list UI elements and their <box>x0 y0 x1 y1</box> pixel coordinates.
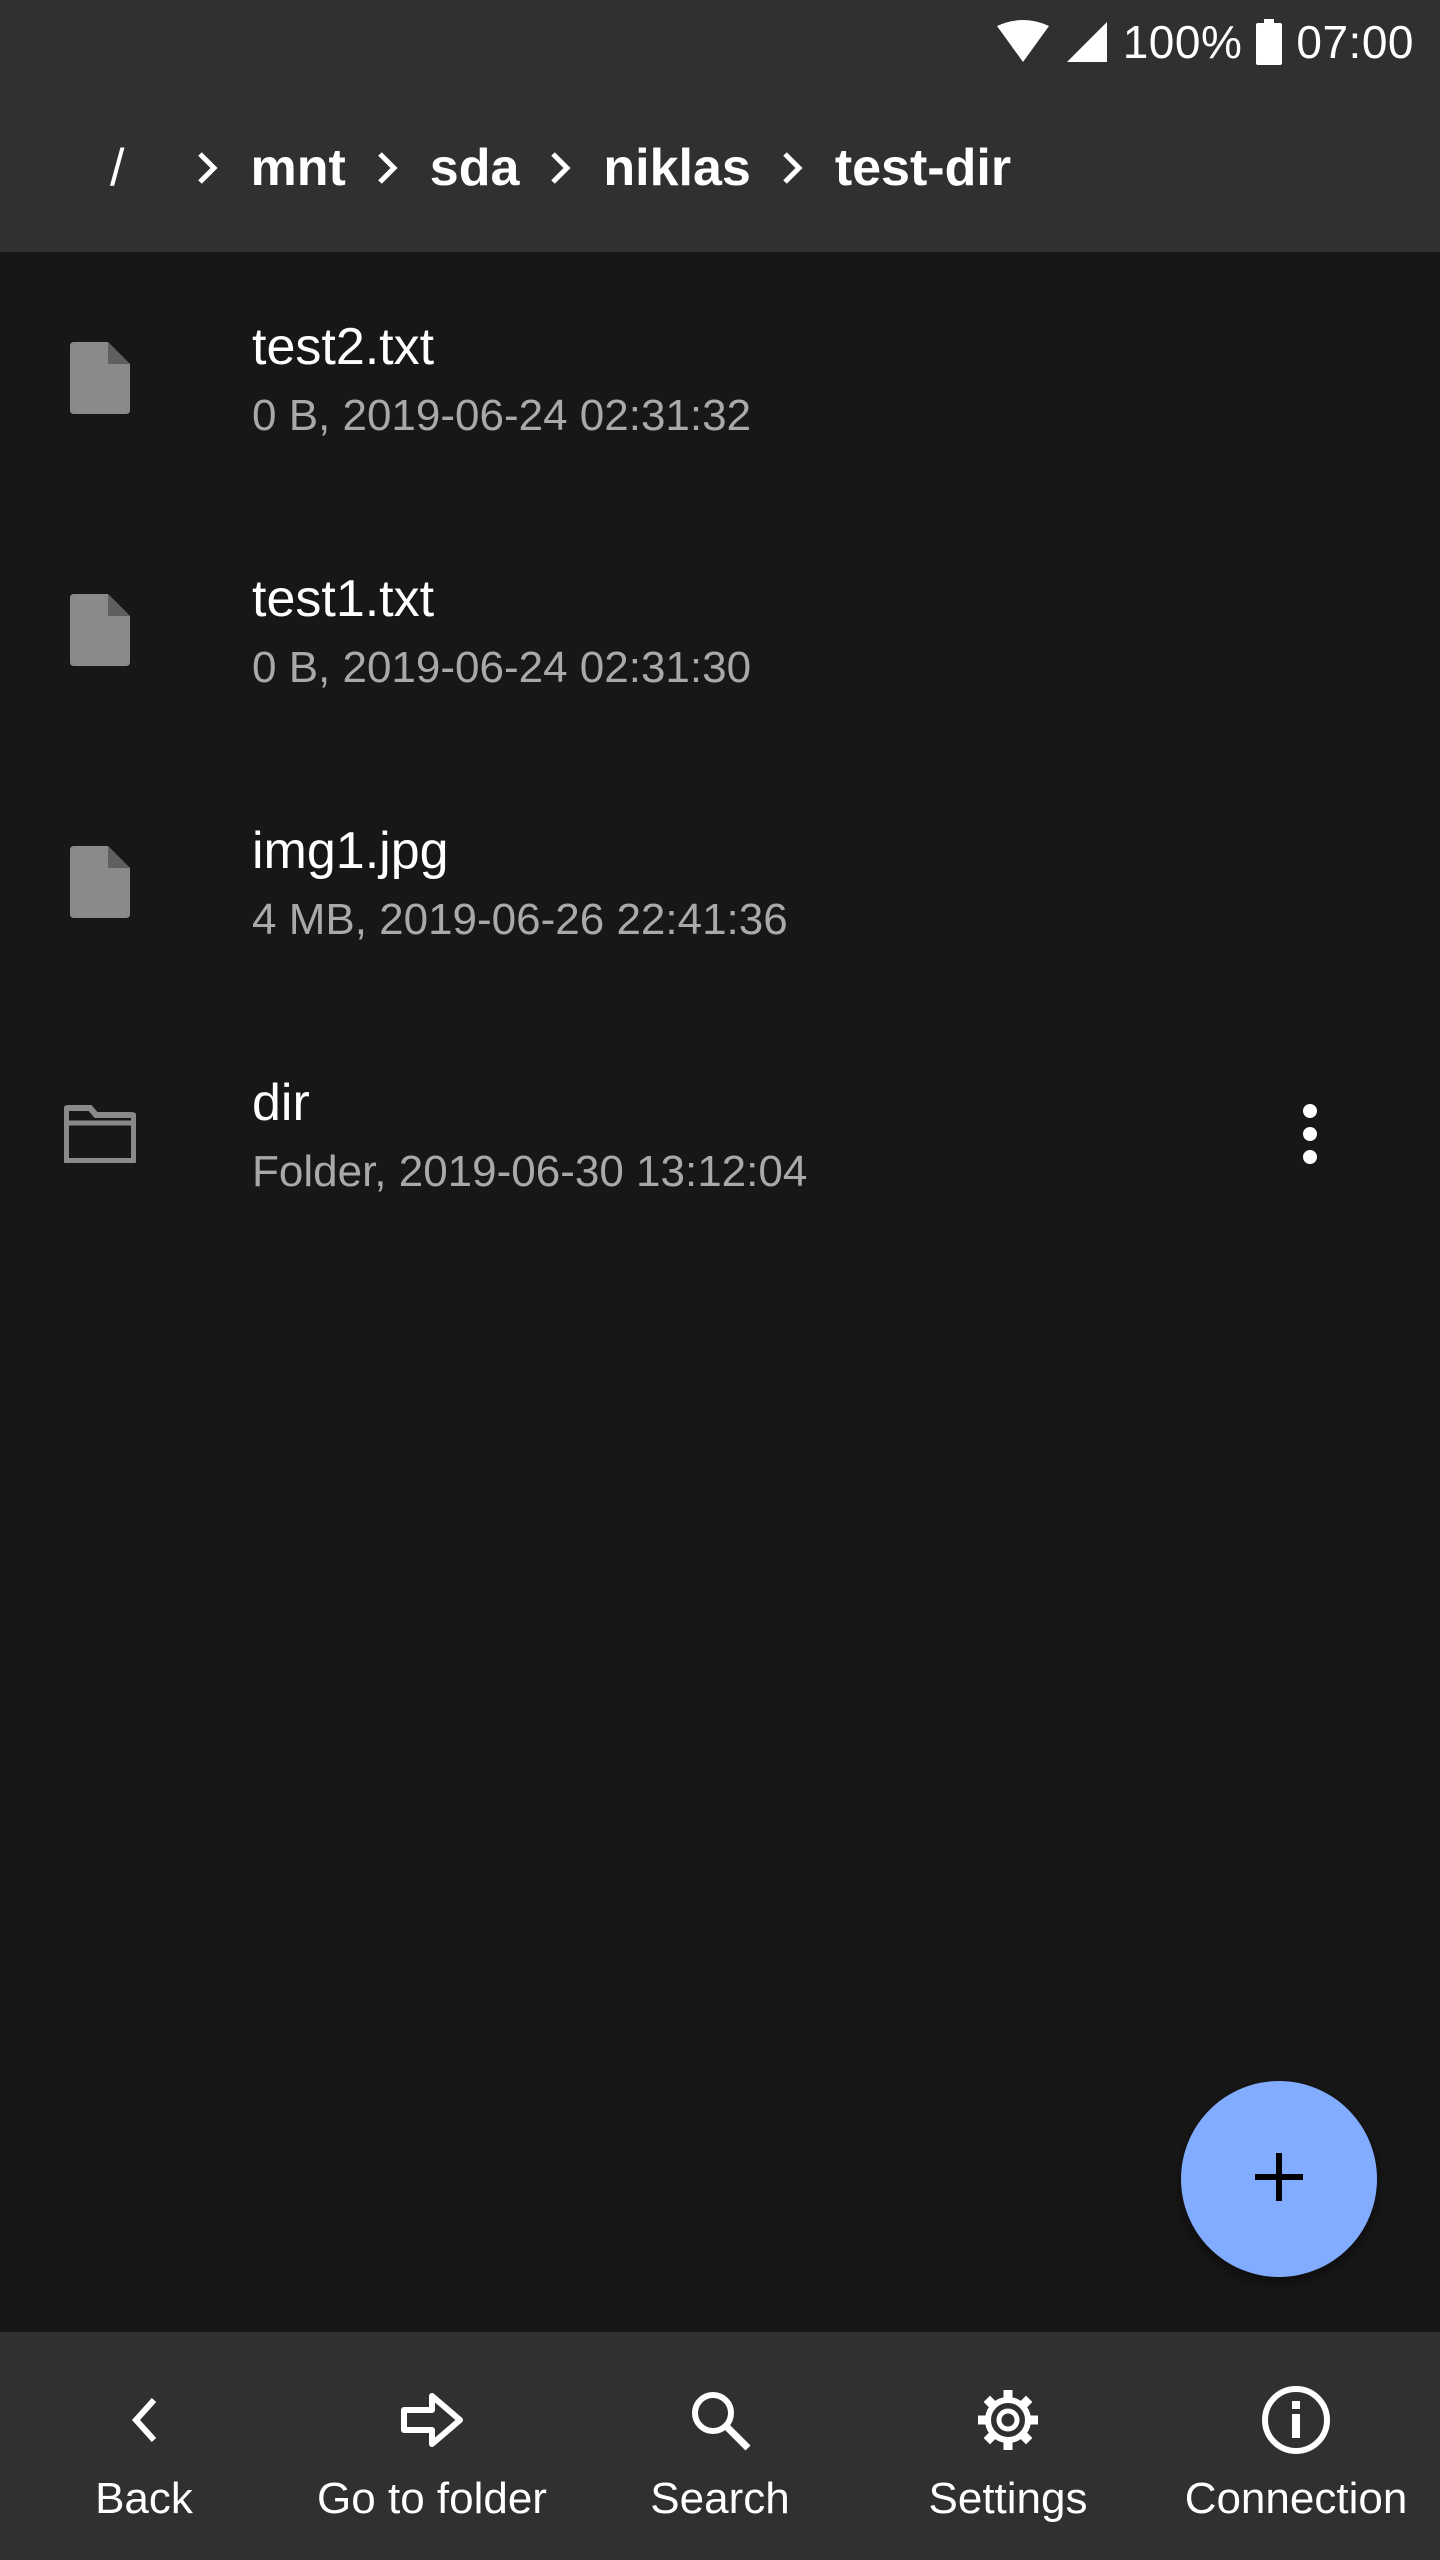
search-icon <box>688 2378 752 2462</box>
status-bar: 100% 07:00 <box>0 0 1440 84</box>
nav-label: Search <box>650 2474 790 2523</box>
info-icon <box>1261 2378 1331 2462</box>
battery-icon <box>1256 19 1283 65</box>
file-icon <box>60 338 140 418</box>
wifi-icon <box>995 20 1051 64</box>
file-name: test1.txt <box>252 570 435 628</box>
nav-label: Connection <box>1184 2474 1408 2523</box>
back-button[interactable]: Back <box>0 2332 288 2560</box>
chevron-right-icon <box>781 150 805 186</box>
clock: 07:00 <box>1296 16 1414 68</box>
file-name: img1.jpg <box>252 822 449 880</box>
file-meta: 0 B, 2019-06-24 02:31:32 <box>252 391 752 440</box>
file-list: test2.txt 0 B, 2019-06-24 02:31:32 test1… <box>0 252 1440 1260</box>
nav-label: Settings <box>928 2474 1088 2523</box>
breadcrumb-item-niklas[interactable]: niklas <box>603 138 750 198</box>
more-vert-icon[interactable] <box>1270 1084 1350 1184</box>
chevron-left-icon <box>126 2378 162 2462</box>
file-meta: Folder, 2019-06-30 13:12:04 <box>252 1147 808 1196</box>
bottom-navigation: Back Go to folder Search Settings Connec… <box>0 2332 1440 2560</box>
file-meta: 0 B, 2019-06-24 02:31:30 <box>252 643 752 692</box>
list-item[interactable]: dir Folder, 2019-06-30 13:12:04 <box>0 1008 1440 1260</box>
file-icon <box>60 842 140 922</box>
add-button[interactable] <box>1181 2081 1377 2277</box>
settings-button[interactable]: Settings <box>864 2332 1152 2560</box>
file-meta: 4 MB, 2019-06-26 22:41:36 <box>252 895 788 944</box>
go-to-folder-button[interactable]: Go to folder <box>288 2332 576 2560</box>
file-name: test2.txt <box>252 318 435 376</box>
chevron-right-icon <box>549 150 573 186</box>
breadcrumb: / mnt sda niklas test-dir <box>0 84 1440 252</box>
list-item[interactable]: img1.jpg 4 MB, 2019-06-26 22:41:36 <box>0 756 1440 1008</box>
nav-label: Go to folder <box>317 2474 547 2523</box>
search-button[interactable]: Search <box>576 2332 864 2560</box>
file-name: dir <box>252 1074 310 1132</box>
breadcrumb-item-mnt[interactable]: mnt <box>250 138 345 198</box>
list-item[interactable]: test1.txt 0 B, 2019-06-24 02:31:30 <box>0 504 1440 756</box>
battery-percentage: 100% <box>1122 16 1243 68</box>
connection-button[interactable]: Connection <box>1152 2332 1440 2560</box>
plus-icon <box>1251 2149 1307 2210</box>
cellular-signal-icon <box>1065 20 1109 64</box>
folder-icon <box>60 1094 140 1174</box>
breadcrumb-item-sda[interactable]: sda <box>430 138 520 198</box>
nav-label: Back <box>95 2474 193 2523</box>
breadcrumb-root[interactable]: / <box>110 138 124 198</box>
gear-icon <box>974 2378 1042 2462</box>
arrow-right-icon <box>400 2378 464 2462</box>
file-icon <box>60 590 140 670</box>
chevron-right-icon <box>196 150 220 186</box>
breadcrumb-item-test-dir[interactable]: test-dir <box>835 138 1011 198</box>
chevron-right-icon <box>376 150 400 186</box>
list-item[interactable]: test2.txt 0 B, 2019-06-24 02:31:32 <box>0 252 1440 504</box>
